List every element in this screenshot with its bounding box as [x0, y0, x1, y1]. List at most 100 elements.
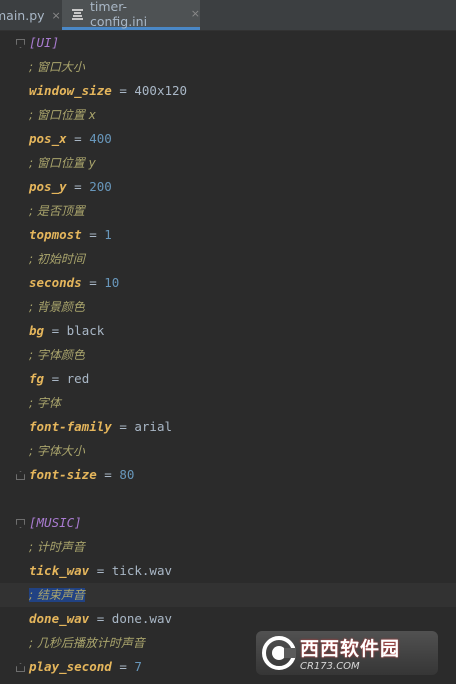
code-line-content: pos_x = 400: [29, 127, 112, 151]
code-line[interactable]: bg = black: [0, 319, 456, 343]
code-line[interactable]: seconds = 10: [0, 271, 456, 295]
code-line-content: ; 字体大小: [29, 439, 85, 463]
code-line-content: ; 背景颜色: [29, 295, 85, 319]
code-line[interactable]: [0, 487, 456, 511]
code-line-content: ; 几秒后播放计时声音: [29, 631, 145, 655]
code-line-content: [MUSIC]: [29, 511, 82, 535]
code-line-content: tick_wav = tick.wav: [29, 559, 172, 583]
code-line[interactable]: fg = red: [0, 367, 456, 391]
code-line-content: bg = black: [29, 319, 104, 343]
ini-section-header: [UI]: [29, 35, 60, 50]
code-line-content: [UI]: [29, 31, 59, 55]
code-line[interactable]: ; 窗口位置 y: [0, 151, 456, 175]
watermark: 西西软件园 CR173.COM: [256, 631, 438, 675]
ini-value: arial: [134, 419, 173, 434]
ini-comment: ; 初始时间: [29, 252, 85, 266]
ini-equals: =: [111, 419, 135, 434]
ini-value: 80: [119, 467, 135, 482]
code-line-content: font-size = 80: [29, 463, 134, 487]
code-line-content: play_second = 7: [29, 655, 142, 679]
code-line[interactable]: ; 窗口位置 x: [0, 103, 456, 127]
code-line-content: seconds = 10: [29, 271, 119, 295]
ini-key: pos_y: [29, 179, 67, 194]
ini-key: font-size: [29, 467, 97, 482]
close-icon[interactable]: ×: [191, 7, 200, 20]
code-line-content: ; 窗口大小: [29, 55, 85, 79]
ini-comment: ; 字体颜色: [29, 348, 85, 362]
ini-key: seconds: [29, 275, 82, 290]
ini-value: 200: [89, 179, 112, 194]
ini-equals: =: [96, 467, 120, 482]
ini-value: 400: [89, 131, 112, 146]
tab-main-py[interactable]: main.py ×: [0, 0, 61, 30]
ini-value: done.wav: [111, 611, 173, 626]
code-line[interactable]: [MUSIC]: [0, 511, 456, 535]
code-editor[interactable]: [UI] ; 窗口大小 window_size = 400x120 ; 窗口位置 x p…: [0, 31, 456, 684]
ini-equals: =: [66, 179, 90, 194]
ini-value: 1: [104, 227, 112, 242]
ini-comment: ; 背景颜色: [29, 300, 85, 314]
ini-comment: ; 窗口位置 x: [29, 108, 96, 122]
ini-key: pos_x: [29, 131, 67, 146]
code-line-content: ; 计时声音: [29, 535, 85, 559]
code-line[interactable]: ; 窗口大小: [0, 55, 456, 79]
code-line[interactable]: font-size = 80: [0, 463, 456, 487]
code-line[interactable]: ; 计时声音: [0, 535, 456, 559]
ini-key: tick_wav: [29, 563, 90, 578]
ini-key: font-family: [29, 419, 112, 434]
ini-value: tick.wav: [111, 563, 173, 578]
code-line-content: ; 结束声音: [29, 583, 85, 607]
ini-comment: ; 窗口位置 y: [29, 156, 96, 170]
code-line-content: ; 字体: [29, 391, 61, 415]
code-line-content: pos_y = 200: [29, 175, 112, 199]
code-line[interactable]: pos_y = 200: [0, 175, 456, 199]
ini-comment: ; 是否顶置: [29, 204, 85, 218]
code-line-content: ; 窗口位置 y: [29, 151, 96, 175]
code-line[interactable]: pos_x = 400: [0, 127, 456, 151]
watermark-name: 西西软件园: [300, 638, 401, 660]
code-line[interactable]: [UI]: [0, 31, 456, 55]
ini-value: red: [66, 371, 90, 386]
ini-value: 10: [104, 275, 120, 290]
code-line[interactable]: window_size = 400x120: [0, 79, 456, 103]
ini-key: topmost: [29, 227, 82, 242]
code-line[interactable]: ; 背景颜色: [0, 295, 456, 319]
ini-comment: ; 窗口大小: [29, 60, 85, 74]
cr173-logo-icon: [262, 636, 296, 670]
ini-comment: ; 字体大小: [29, 444, 85, 458]
tab-label: main.py: [0, 7, 45, 23]
ini-comment: ; 计时声音: [29, 540, 85, 554]
ini-comment: ; 字体: [29, 396, 61, 410]
ini-equals: =: [89, 611, 112, 626]
ini-key: window_size: [29, 83, 112, 98]
code-line-content: topmost = 1: [29, 223, 112, 247]
ini-value: black: [66, 323, 105, 338]
ini-value: 7: [134, 659, 142, 674]
watermark-url: CR173.COM: [300, 661, 360, 672]
code-line[interactable]: ; 字体颜色: [0, 343, 456, 367]
ini-file-icon: [72, 8, 83, 20]
close-icon[interactable]: ×: [52, 9, 61, 22]
code-line[interactable]: ; 结束声音: [0, 583, 456, 607]
code-line[interactable]: done_wav = done.wav: [0, 607, 456, 631]
ini-comment: ; 几秒后播放计时声音: [29, 636, 145, 650]
tab-timer-config-ini[interactable]: timer-config.ini ×: [62, 0, 200, 30]
code-line-content: ; 字体颜色: [29, 343, 85, 367]
code-line[interactable]: tick_wav = tick.wav: [0, 559, 456, 583]
code-line[interactable]: font-family = arial: [0, 415, 456, 439]
code-line-content: ; 是否顶置: [29, 199, 85, 223]
ini-comment: ; 结束声音: [29, 588, 85, 602]
code-line[interactable]: topmost = 1: [0, 223, 456, 247]
code-line[interactable]: ; 字体大小: [0, 439, 456, 463]
ini-equals: =: [81, 227, 105, 242]
ini-equals: =: [66, 131, 90, 146]
ini-key: fg: [29, 371, 45, 386]
code-line[interactable]: ; 字体: [0, 391, 456, 415]
code-line[interactable]: ; 初始时间: [0, 247, 456, 271]
tab-label: timer-config.ini: [89, 0, 148, 29]
ini-value: 400x120: [134, 83, 188, 98]
code-line[interactable]: ; 是否顶置: [0, 199, 456, 223]
code-line-content: ; 初始时间: [29, 247, 85, 271]
ini-key: play_second: [29, 659, 112, 674]
ini-equals: =: [111, 659, 135, 674]
